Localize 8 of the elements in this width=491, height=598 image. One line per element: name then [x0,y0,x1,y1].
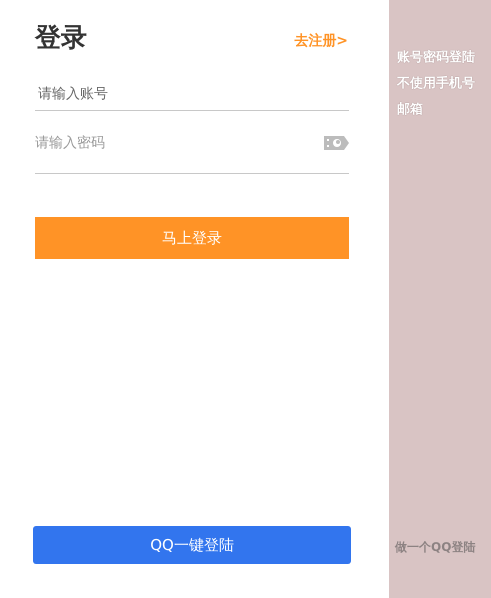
qq-login-button[interactable]: QQ一键登陆 [33,526,351,564]
note-text: 做一个QQ登陆 [395,539,476,556]
login-button[interactable]: 马上登录 [35,217,349,259]
note-text: 不使用手机号 [397,74,476,93]
page-title: 登录 [35,22,87,55]
register-link[interactable]: 去注册> [294,32,348,50]
note-text: 邮箱 [397,101,424,119]
note-text: 账号密码登陆 [397,48,476,67]
